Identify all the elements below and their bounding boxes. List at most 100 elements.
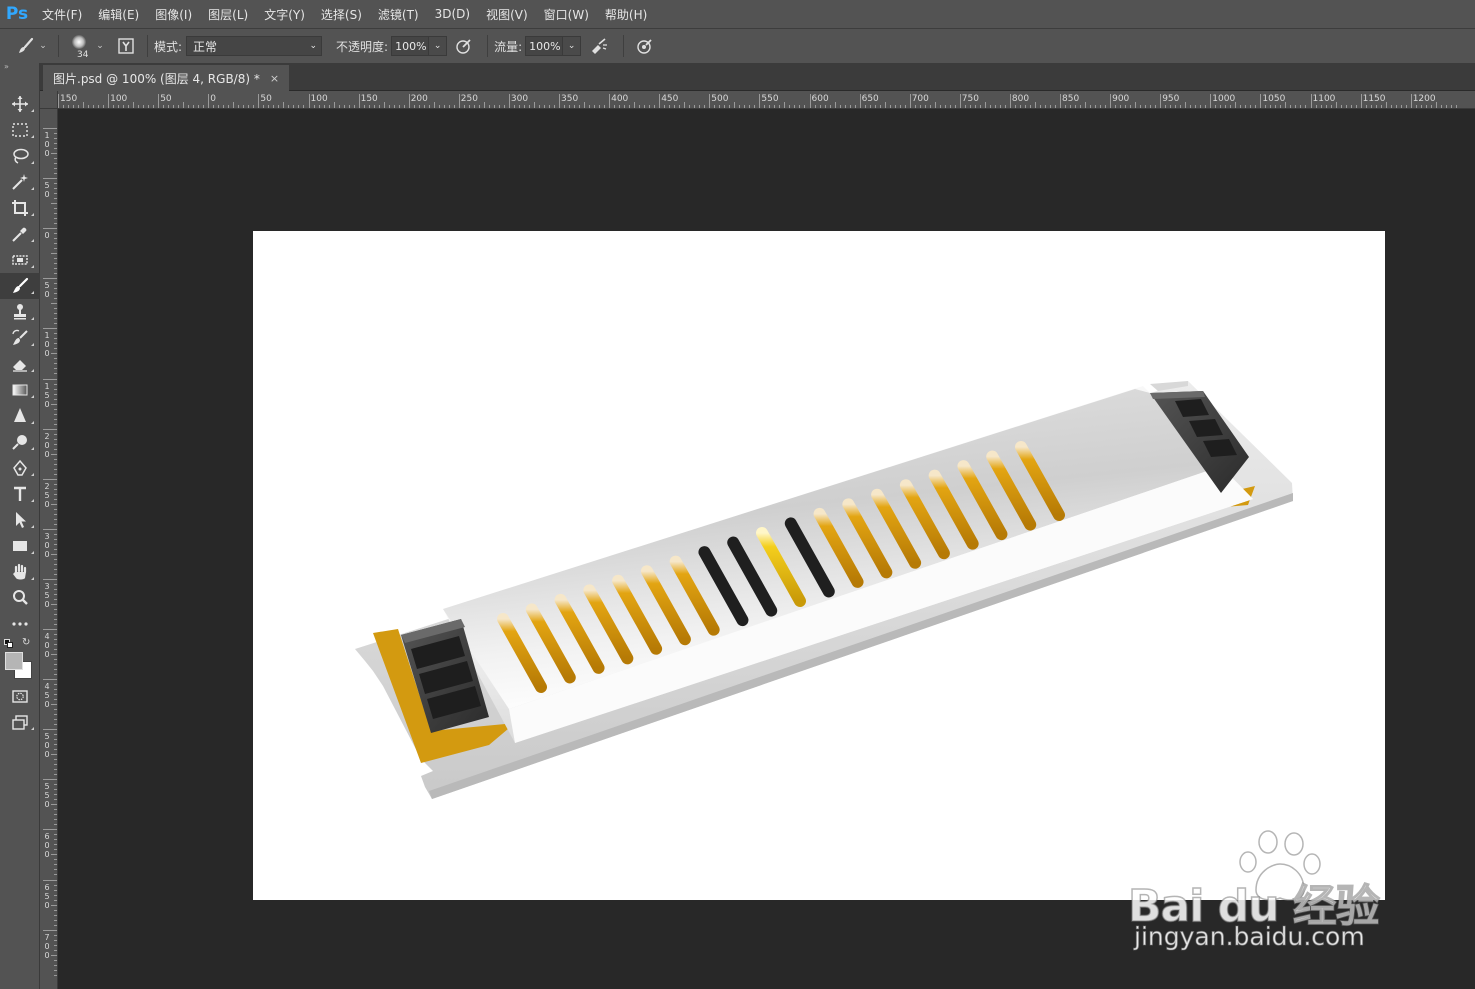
ruler-minor-tick (54, 944, 57, 946)
lasso-icon (13, 148, 29, 164)
ruler-minor-tick (879, 105, 881, 108)
ruler-minor-tick (794, 105, 796, 108)
pen-tool[interactable] (0, 455, 40, 481)
type-tool[interactable] (0, 481, 40, 507)
menu-window[interactable]: 窗口(W) (536, 0, 597, 28)
clone-stamp-tool[interactable] (0, 299, 40, 325)
ruler-minor-tick (629, 105, 631, 108)
ruler-minor-tick (51, 203, 57, 205)
rectangle-icon (13, 541, 27, 551)
menu-type[interactable]: 文字(Y) (256, 0, 313, 28)
eyedropper-tool[interactable] (0, 221, 40, 247)
menu-layer[interactable]: 图层(L) (200, 0, 256, 28)
ruler-minor-tick (799, 105, 801, 108)
ruler-minor-tick (54, 358, 57, 360)
eraser-tool[interactable] (0, 351, 40, 377)
ruler-minor-tick (784, 102, 786, 108)
toggle-brush-panel-button[interactable] (111, 34, 141, 58)
swap-colors-icon[interactable]: ↻ (22, 637, 30, 648)
blur-tool[interactable] (0, 403, 40, 429)
ruler-minor-tick (213, 105, 215, 108)
ruler-label: 500 (711, 94, 729, 104)
ruler-minor-tick (54, 173, 57, 175)
crop-icon (12, 200, 28, 216)
ruler-minor-tick (193, 105, 195, 108)
ruler-minor-tick (54, 188, 57, 190)
ruler-minor-tick (54, 218, 57, 220)
size-pressure-button[interactable] (630, 34, 660, 58)
foreground-color-swatch[interactable] (5, 652, 23, 670)
tool-preset-picker[interactable]: ⌄ (12, 34, 52, 58)
move-tool[interactable] (0, 91, 40, 117)
panel-collapse-grip[interactable]: » (0, 63, 39, 73)
menu-image[interactable]: 图像(I) (147, 0, 200, 28)
ruler-minor-tick (1355, 105, 1357, 108)
ruler-minor-tick (54, 764, 57, 766)
brush-tool[interactable] (0, 273, 40, 299)
opacity-input[interactable]: 100% (391, 36, 430, 56)
color-swatches: ↻ (0, 637, 40, 683)
ruler-tick (43, 328, 57, 330)
ruler-label: 0 (210, 94, 217, 104)
menu-help[interactable]: 帮助(H) (597, 0, 655, 28)
screen-mode-button[interactable] (0, 709, 40, 735)
ruler-minor-tick (54, 273, 57, 275)
rectangle-tool[interactable] (0, 533, 40, 559)
marquee-tool[interactable] (0, 117, 40, 143)
history-brush-tool[interactable] (0, 325, 40, 351)
dodge-tool[interactable] (0, 429, 40, 455)
flow-input[interactable]: 100% (525, 36, 564, 56)
ruler-minor-tick (994, 105, 996, 108)
magic-wand-tool[interactable] (0, 169, 40, 195)
path-selection-tool[interactable] (0, 507, 40, 533)
document-canvas[interactable] (253, 231, 1385, 900)
ruler-tick (58, 94, 59, 108)
quick-mask-button[interactable] (0, 683, 40, 709)
close-icon[interactable]: × (270, 72, 279, 85)
document-tab[interactable]: 图片.psd @ 100% (图层 4, RGB/8) * × (43, 65, 290, 91)
eyedropper-icon (12, 227, 27, 242)
ruler-origin[interactable] (40, 91, 58, 109)
ruler-tick (43, 278, 57, 280)
ruler-minor-tick (734, 102, 736, 108)
ruler-minor-tick (328, 105, 330, 108)
vertical-ruler[interactable]: 1 0 0 5 0 0 5 0 1 0 0 1 5 0 2 0 0 2 5 0 3 0 0 3 5… (40, 109, 58, 989)
zoom-tool[interactable] (0, 585, 40, 611)
ruler-minor-tick (849, 105, 851, 108)
default-colors-icon[interactable] (4, 639, 13, 648)
more-tools[interactable] (0, 611, 40, 637)
ruler-minor-tick (488, 105, 490, 108)
airbrush-button[interactable] (581, 34, 617, 58)
healing-brush-tool[interactable] (0, 247, 40, 273)
ruler-minor-tick (999, 105, 1001, 108)
lasso-tool[interactable] (0, 143, 40, 169)
crop-tool[interactable] (0, 195, 40, 221)
chevron-down-icon: ⌄ (96, 41, 104, 51)
menu-3d[interactable]: 3D(D) (427, 0, 478, 28)
menu-view[interactable]: 视图(V) (478, 0, 536, 28)
canvas-pasteboard[interactable] (58, 109, 1475, 989)
blend-mode-select[interactable]: 正常 ⌄ (186, 36, 323, 56)
gradient-tool[interactable] (0, 377, 40, 403)
ruler-minor-tick (51, 253, 57, 255)
opacity-pressure-button[interactable] (447, 34, 481, 58)
ruler-minor-tick (929, 105, 931, 108)
menu-edit[interactable]: 编辑(E) (90, 0, 147, 28)
horizontal-ruler[interactable]: 150 100 50 0 50 100 150 200 250 300 350 400 450 500 55… (58, 91, 1475, 109)
menu-select[interactable]: 选择(S) (313, 0, 370, 28)
ruler-tick (43, 228, 57, 230)
ruler-minor-tick (54, 739, 57, 741)
ruler-minor-tick (1120, 105, 1122, 108)
ruler-minor-tick (1044, 105, 1046, 108)
ruler-tick (1260, 94, 1262, 108)
flow-slider-toggle[interactable]: ⌄ (563, 36, 582, 56)
menu-filter[interactable]: 滤镜(T) (370, 0, 427, 28)
hand-tool[interactable] (0, 559, 40, 585)
opacity-slider-toggle[interactable]: ⌄ (429, 36, 448, 56)
ruler-minor-tick (749, 105, 751, 108)
brush-preset-picker[interactable]: 34 ⌄ (65, 34, 111, 60)
ruler-minor-tick (78, 105, 80, 108)
ruler-minor-tick (54, 183, 57, 185)
menu-file[interactable]: 文件(F) (34, 0, 90, 28)
ruler-minor-tick (54, 323, 57, 325)
